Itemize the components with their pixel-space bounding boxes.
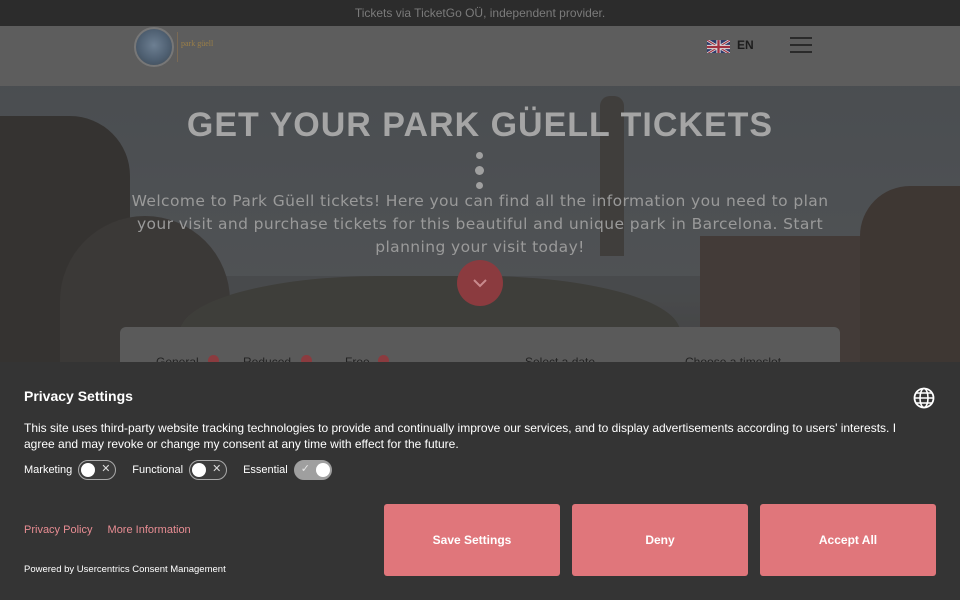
consent-links: Privacy Policy More Information xyxy=(24,524,203,536)
uk-flag-icon[interactable] xyxy=(707,39,730,53)
privacy-policy-link[interactable]: Privacy Policy xyxy=(24,524,92,536)
scroll-down-button[interactable] xyxy=(457,260,503,306)
consent-banner: Privacy Settings This site uses third-pa… xyxy=(0,362,960,600)
site-header: park güell EN xyxy=(0,26,960,86)
consent-title: Privacy Settings xyxy=(24,388,133,404)
logo[interactable] xyxy=(134,27,174,67)
close-icon: ✕ xyxy=(212,462,222,475)
provider-banner: Tickets via TicketGo OÜ, independent pro… xyxy=(0,0,960,26)
deny-button[interactable]: Deny xyxy=(572,504,748,576)
functional-toggle[interactable]: ✕ xyxy=(189,460,228,480)
language-selector[interactable]: EN xyxy=(737,38,754,52)
toggle-label-marketing: Marketing xyxy=(24,464,73,476)
close-icon: ✕ xyxy=(101,462,111,475)
toggle-label-functional: Functional xyxy=(132,464,184,476)
essential-toggle[interactable]: ✓ xyxy=(293,460,332,480)
consent-text: This site uses third-party website track… xyxy=(24,421,897,451)
logo-text: park güell xyxy=(181,39,214,48)
check-icon: ✓ xyxy=(300,462,310,475)
consent-toggles: Marketing ✕ Functional ✕ Essential ✓ xyxy=(24,460,348,480)
logo-divider xyxy=(177,32,178,62)
globe-icon[interactable] xyxy=(913,387,935,409)
marketing-toggle[interactable]: ✕ xyxy=(78,460,117,480)
toggle-label-essential: Essential xyxy=(243,464,288,476)
accept-all-button[interactable]: Accept All xyxy=(760,504,936,576)
powered-by: Powered by Usercentrics Consent Manageme… xyxy=(24,564,226,575)
chevron-down-icon xyxy=(473,279,487,288)
page-title: GET YOUR PARK GÜELL TICKETS xyxy=(186,106,774,144)
more-information-link[interactable]: More Information xyxy=(108,524,191,536)
hamburger-icon[interactable] xyxy=(790,37,812,54)
hero-description: Welcome to Park Güell tickets! Here you … xyxy=(131,192,829,256)
save-settings-button[interactable]: Save Settings xyxy=(384,504,560,576)
